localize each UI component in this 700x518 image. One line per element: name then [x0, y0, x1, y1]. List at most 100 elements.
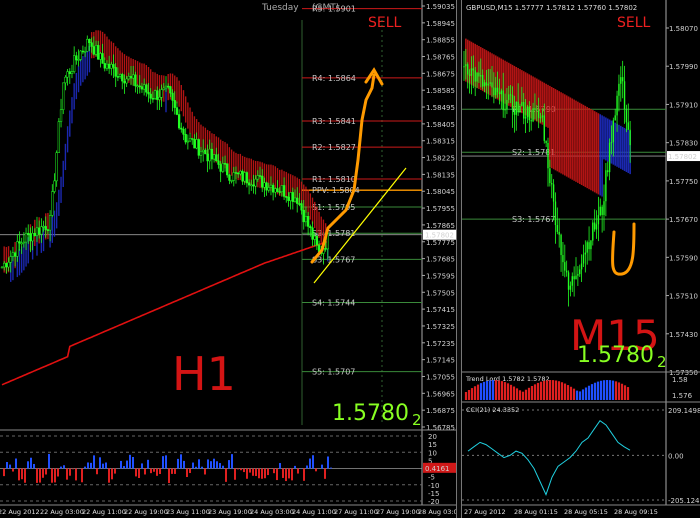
m15-candle-body — [590, 240, 592, 250]
m15-candle-body — [532, 108, 534, 122]
h1-candle-body — [243, 172, 246, 182]
h1-candle-body — [0, 266, 4, 269]
m15-candle-body — [610, 142, 613, 144]
h1-candle-body — [263, 182, 266, 188]
h1-candle-body — [138, 85, 141, 88]
h1-pivot-label: R3: 1.5841 — [312, 117, 356, 126]
m15-candle-body — [569, 285, 572, 290]
h1-candle-body — [101, 53, 104, 64]
m15-candle-body — [582, 254, 585, 264]
h1-candle-body — [219, 164, 222, 172]
h1-candle-body — [105, 63, 109, 69]
m15-candle-body — [592, 222, 594, 241]
h1-candle-body — [217, 160, 220, 165]
h1-candle-body — [149, 93, 152, 99]
m15-axis-label: 1.57750 — [669, 178, 698, 186]
h1-candle-body — [3, 262, 6, 268]
m15-candle-body — [565, 270, 568, 273]
m15-time-label: 28 Aug 05:15 — [564, 508, 608, 516]
m15-chart-canvas[interactable]: GBPUSD,M15 1.57777 1.57812 1.57760 1.578… — [462, 0, 700, 518]
h1-osc-axis-label: -15 — [428, 490, 439, 498]
h1-time-label: 24 Aug 03:00 — [250, 508, 294, 516]
m15-axis-label: 1.57670 — [669, 216, 698, 224]
h1-candle-body — [234, 172, 238, 174]
m15-candle-body — [491, 82, 493, 88]
h1-osc-axis-label: 20 — [428, 433, 437, 441]
h1-candle-body — [252, 184, 255, 187]
m15-pivot-label: S2: 1.5781 — [512, 148, 555, 157]
h1-candle-body — [64, 76, 67, 84]
m15-candle-body — [496, 87, 499, 93]
h1-candle-body — [38, 227, 41, 235]
m15-chart-window[interactable]: GBPUSD,M15 1.57777 1.57812 1.57760 1.578… — [462, 0, 700, 518]
m15-candle-body — [509, 94, 512, 96]
m15-drawn-u-mark — [610, 222, 636, 276]
h1-candle-body — [256, 175, 259, 180]
h1-axis-label: 1.59035 — [426, 3, 455, 11]
m15-candle-body — [545, 140, 547, 143]
h1-candle-body — [226, 163, 229, 176]
h1-time-label: 22 Aug 03:00 — [40, 508, 84, 516]
m15-candle-body — [554, 201, 557, 226]
h1-axis-label: 1.57505 — [426, 289, 455, 297]
h1-candle-body — [258, 175, 262, 177]
h1-candle-body — [221, 163, 225, 172]
h1-candle-body — [230, 180, 233, 182]
h1-candle-body — [237, 172, 240, 175]
h1-candle-body — [73, 55, 76, 72]
m15-candle-body — [493, 87, 495, 96]
m15-candle-body — [526, 106, 529, 118]
h1-candle-body — [62, 82, 65, 110]
m15-time-label: 27 Aug 2012 — [464, 508, 506, 516]
h1-candle-body — [77, 59, 80, 61]
h1-time-label: 24 Aug 11:00 — [292, 508, 336, 516]
h1-candle-body — [59, 109, 63, 122]
h1-candle-body — [158, 97, 161, 100]
h1-pivot-label: R2: 1.5827 — [312, 143, 356, 152]
h1-candle-body — [81, 50, 85, 53]
m15-trend-axis-label: 1.576 — [672, 392, 693, 400]
h1-axis-label: 1.58945 — [426, 20, 455, 28]
h1-candle-body — [250, 184, 253, 187]
m15-cci-axis-label: -205.1243 — [668, 497, 700, 505]
h1-candle-body — [118, 74, 122, 77]
h1-candle-body — [164, 85, 168, 89]
h1-chart-canvas[interactable]: Tuesday (GMT) SELL H1 1.5780 2 1.590351.5… — [0, 0, 456, 518]
h1-candle-body — [228, 174, 231, 181]
h1-candle-body — [309, 226, 312, 229]
h1-axis-label: 1.57865 — [426, 222, 455, 230]
h1-axis-label: 1.58855 — [426, 37, 455, 45]
m15-candle-body — [556, 225, 559, 232]
h1-osc-axis-label: 10 — [428, 449, 437, 457]
m15-candle-body — [577, 274, 579, 276]
m15-candle-body — [603, 201, 605, 215]
h1-candle-body — [175, 107, 179, 115]
h1-time-label: 27 Aug 19:00 — [376, 508, 420, 516]
h1-candle-body — [282, 185, 286, 197]
h1-time-label: 22 Aug 11:00 — [82, 508, 126, 516]
m15-current-price-tag: 1.57802 — [668, 153, 697, 161]
h1-candle-body — [199, 151, 203, 156]
m15-candle-body — [478, 72, 480, 77]
h1-candle-body — [24, 232, 28, 243]
h1-candle-body — [88, 38, 91, 43]
m15-candle-body — [573, 276, 575, 280]
h1-axis-label: 1.57775 — [426, 239, 455, 247]
m15-time-axis: 27 Aug 2012 28 Aug 01:15 28 Aug 05:15 28 Au… — [464, 508, 658, 516]
h1-pivot-label: S4: 1.5744 — [312, 298, 355, 307]
h1-osc-axis-label: -20 — [428, 498, 439, 506]
h1-candle-body — [136, 85, 139, 88]
h1-candle-body — [298, 203, 301, 205]
h1-candle-body — [232, 172, 235, 181]
h1-pivot-label: R4: 1.5864 — [312, 74, 356, 83]
h1-candle-body — [114, 67, 117, 77]
h1-candle-body — [7, 262, 10, 268]
m15-candle-body — [547, 142, 549, 169]
m15-candle-body — [500, 90, 503, 95]
h1-candle-body — [86, 38, 89, 52]
m15-candle-body — [498, 92, 501, 95]
h1-candle-body — [57, 121, 61, 153]
h1-chart-window[interactable]: Tuesday (GMT) SELL H1 1.5780 2 1.59035 1.5… — [0, 0, 456, 518]
h1-moving-average — [1, 240, 329, 386]
m15-candle-body — [629, 129, 631, 146]
